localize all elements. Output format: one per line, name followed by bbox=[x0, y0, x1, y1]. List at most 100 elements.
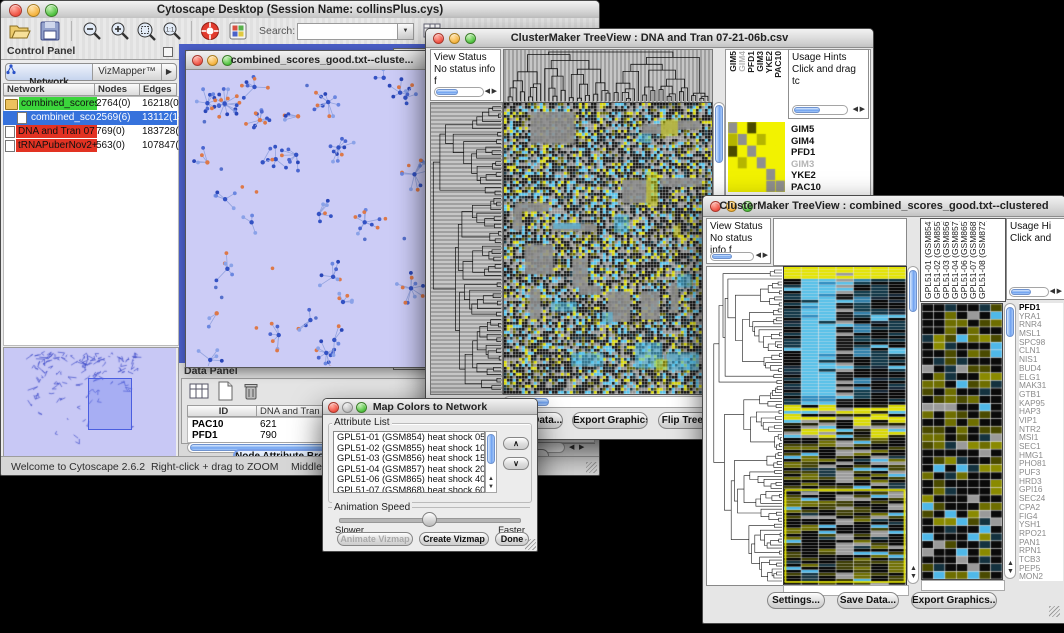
network-window[interactable]: combined_scores_good.txt--cluste... bbox=[185, 50, 430, 368]
scroll-up-icon[interactable]: ▲ bbox=[488, 475, 494, 483]
network-row[interactable]: tRNAPuberNov2+ 563(0) 107847(0) bbox=[3, 139, 177, 153]
close-button[interactable] bbox=[433, 33, 444, 44]
resize-grip[interactable] bbox=[525, 539, 536, 550]
scrollbar-thumb[interactable] bbox=[487, 434, 495, 464]
scroll-right-icon[interactable]: ▶ bbox=[579, 444, 584, 452]
tv2-row-dendrogram[interactable] bbox=[706, 266, 784, 586]
save-data-button[interactable]: Save Data... bbox=[837, 592, 899, 609]
tv2-vscrollbar[interactable]: ▲ ▼ bbox=[907, 266, 919, 584]
list-item[interactable]: GPL51-01 (GSM854) heat shock 05 min bbox=[334, 432, 484, 443]
help-ring-icon[interactable] bbox=[199, 21, 221, 41]
tv2-zoom-hscrollbar[interactable] bbox=[921, 580, 1005, 591]
tv1-column-dendrogram[interactable] bbox=[503, 49, 713, 103]
scrollbar-thumb[interactable] bbox=[1006, 307, 1014, 337]
scroll-left-icon[interactable]: ◀ bbox=[485, 88, 490, 96]
list-item[interactable]: MON2 bbox=[1019, 572, 1063, 581]
list-item[interactable]: GPL51-04 (GSM857) heat shock 20 min bbox=[334, 464, 484, 475]
scroll-right-icon[interactable]: ▶ bbox=[860, 106, 865, 114]
usage-hints-scrollbar[interactable] bbox=[792, 105, 848, 115]
column-header-edges[interactable]: Edges bbox=[139, 83, 177, 96]
export-graphics-button[interactable]: Export Graphics... bbox=[911, 592, 997, 609]
network-graph-canvas[interactable] bbox=[186, 70, 427, 366]
zoom-button[interactable] bbox=[465, 33, 476, 44]
scrollbar-thumb[interactable] bbox=[715, 105, 723, 163]
tabs-overflow-button[interactable]: ▶ bbox=[161, 64, 176, 80]
done-button[interactable]: Done bbox=[495, 532, 529, 546]
minimize-button[interactable] bbox=[27, 4, 40, 17]
resize-grip[interactable] bbox=[1049, 606, 1060, 617]
list-item[interactable]: GPL51-07 (GSM868) heat shock 60 min bbox=[334, 485, 484, 493]
zoom-button[interactable] bbox=[45, 4, 58, 17]
zoom-in-icon[interactable] bbox=[109, 21, 131, 41]
tab-vizmapper[interactable]: VizMapper™ bbox=[93, 64, 161, 80]
zoom-out-icon[interactable] bbox=[81, 21, 103, 41]
close-button[interactable] bbox=[9, 4, 22, 17]
attribute-list-scrollbar[interactable]: ▲ ▼ bbox=[485, 431, 497, 493]
view-status-scrollbar[interactable] bbox=[434, 87, 484, 97]
tv2-zoom-heatmap[interactable] bbox=[921, 303, 1003, 580]
view-status-scrollbar[interactable] bbox=[710, 252, 754, 261]
data-column-id[interactable]: ID bbox=[187, 405, 257, 417]
delete-attribute-icon[interactable] bbox=[241, 381, 261, 401]
tv2-gene-list[interactable]: PFD1YRA1RNR4MSL1SPC98CLN1NIS1BUD4ELG1MAK… bbox=[1019, 303, 1063, 581]
zoom-fit-icon[interactable]: 1:1 bbox=[161, 21, 183, 41]
birdseye-viewport-rect[interactable] bbox=[88, 378, 132, 430]
tv1-heatmap[interactable] bbox=[503, 102, 713, 395]
export-graphics-button[interactable]: Export Graphics... bbox=[572, 412, 648, 429]
scroll-up-icon[interactable]: ▲ bbox=[1007, 560, 1014, 568]
main-title-bar[interactable]: Cytoscape Desktop (Session Name: collins… bbox=[1, 1, 599, 19]
scroll-left-icon[interactable]: ◀ bbox=[853, 106, 858, 114]
tv1-similarity-matrix[interactable] bbox=[728, 122, 785, 192]
minimize-button[interactable] bbox=[342, 402, 353, 413]
zoom-button[interactable] bbox=[356, 402, 367, 413]
scrollbar-thumb[interactable] bbox=[909, 270, 917, 312]
slider-thumb[interactable] bbox=[422, 512, 437, 527]
close-button[interactable] bbox=[328, 402, 339, 413]
open-network-icon[interactable] bbox=[9, 21, 31, 41]
network-row-selected[interactable]: combined_sco 2569(6) 13112(15) bbox=[3, 111, 177, 125]
usage-hints-scrollbar[interactable] bbox=[1009, 287, 1049, 297]
tv2-heatmap[interactable] bbox=[783, 266, 907, 586]
list-item[interactable]: GPL51-06 (GSM865) heat shock 40 min bbox=[334, 474, 484, 485]
tv2-zoom-vscrollbar[interactable]: ▲ ▼ bbox=[1004, 303, 1016, 579]
scroll-right-icon[interactable]: ▶ bbox=[1057, 288, 1062, 296]
scroll-left-icon[interactable]: ◀ bbox=[756, 252, 761, 260]
network-row[interactable]: combined_scores 2764(0) 16218(0) bbox=[3, 97, 177, 111]
list-item[interactable]: GPL51-02 (GSM855) heat shock 10 min bbox=[334, 443, 484, 454]
move-down-button[interactable]: ∨ bbox=[503, 457, 529, 470]
scroll-down-icon[interactable]: ▼ bbox=[488, 483, 494, 491]
scroll-up-icon[interactable]: ▲ bbox=[910, 565, 917, 573]
birdseye-view[interactable] bbox=[3, 347, 179, 459]
column-header-network[interactable]: Network bbox=[3, 83, 95, 96]
minimize-button[interactable] bbox=[449, 33, 460, 44]
column-header-nodes[interactable]: Nodes bbox=[94, 83, 140, 96]
scroll-right-icon[interactable]: ▶ bbox=[492, 88, 497, 96]
tv1-row-dendrogram[interactable] bbox=[430, 102, 503, 395]
settings-button[interactable]: Settings... bbox=[767, 592, 825, 609]
list-item[interactable]: GPL51-03 (GSM856) heat shock 15 min bbox=[334, 453, 484, 464]
close-button[interactable] bbox=[192, 55, 203, 66]
tab-network[interactable]: Network bbox=[6, 64, 93, 80]
zoom-selected-icon[interactable] bbox=[135, 21, 157, 41]
new-attribute-icon[interactable] bbox=[215, 381, 235, 401]
attribute-select-icon[interactable] bbox=[189, 381, 209, 401]
attribute-list[interactable]: GPL51-01 (GSM854) heat shock 05 minGPL51… bbox=[333, 431, 485, 493]
float-panel-icon[interactable] bbox=[163, 47, 173, 57]
minimize-button[interactable] bbox=[207, 55, 218, 66]
create-vizmap-button[interactable]: Create Vizmap bbox=[419, 532, 489, 546]
vizmapper-squares-icon[interactable] bbox=[229, 21, 247, 41]
search-dropdown-button[interactable]: ▼ bbox=[397, 23, 414, 40]
scroll-down-icon[interactable]: ▼ bbox=[1007, 568, 1014, 576]
svg-text:1:1: 1:1 bbox=[166, 28, 175, 34]
network-row[interactable]: DNA and Tran 07 769(0) 183728(0) bbox=[3, 125, 177, 139]
file-icon bbox=[17, 112, 27, 124]
scroll-left-icon[interactable]: ◀ bbox=[569, 444, 574, 452]
animate-vizmap-button[interactable]: Animate Vizmap bbox=[337, 532, 413, 546]
resize-grip[interactable] bbox=[586, 462, 597, 473]
scroll-left-icon[interactable]: ◀ bbox=[1050, 288, 1055, 296]
search-input[interactable] bbox=[297, 23, 399, 40]
save-session-icon[interactable] bbox=[39, 21, 61, 41]
scroll-right-icon[interactable]: ▶ bbox=[763, 252, 768, 260]
move-up-button[interactable]: ∧ bbox=[503, 437, 529, 450]
scroll-down-icon[interactable]: ▼ bbox=[910, 573, 917, 581]
